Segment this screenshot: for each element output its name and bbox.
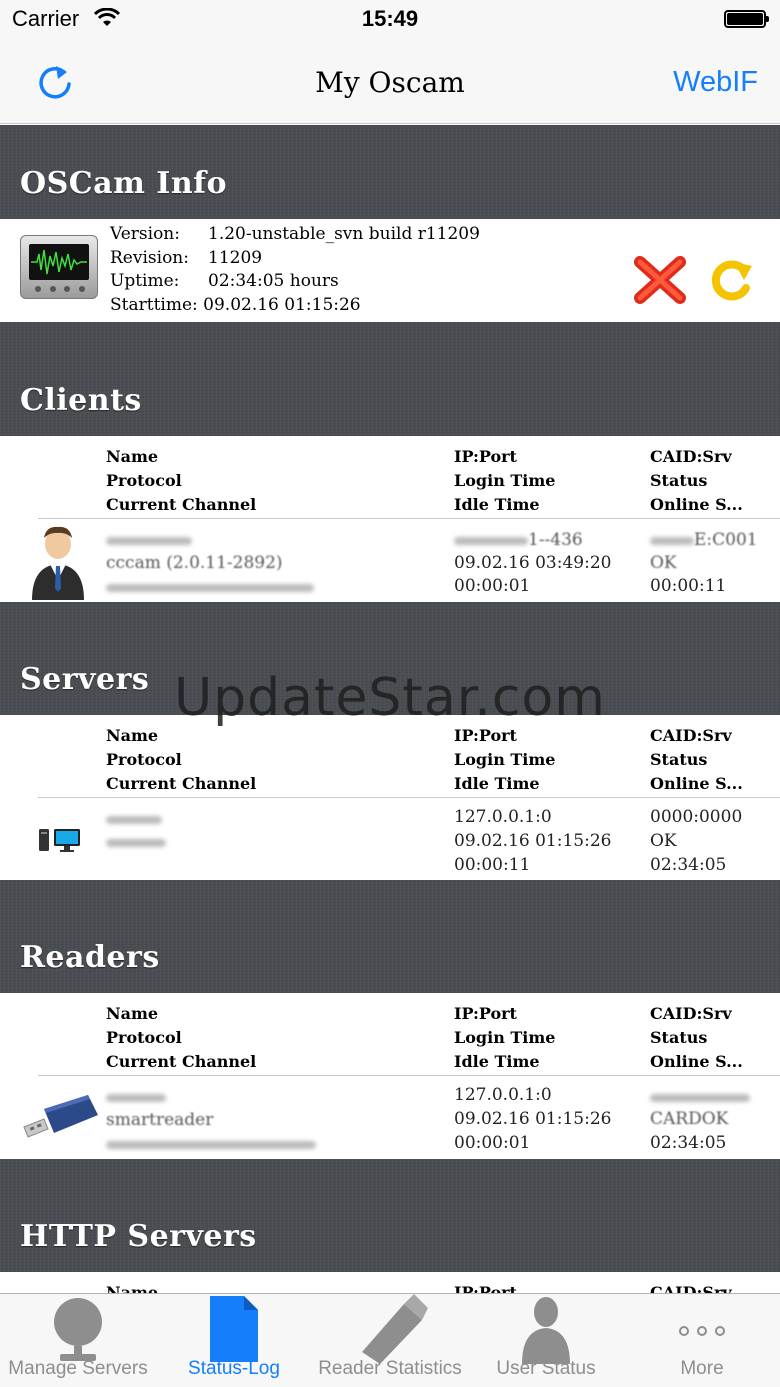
clock: 15:49 — [361, 6, 419, 31]
http-header-name: Name — [106, 1283, 159, 1293]
client-channel-cell — [106, 576, 314, 599]
readers-table: Name Protocol Current Channel IP:Port Login… — [0, 993, 780, 1159]
tab-reader-statistics[interactable]: Reader Statistics — [312, 1294, 468, 1387]
tab-label: Reader Statistics — [318, 1358, 462, 1379]
page-title: My Oscam — [315, 66, 465, 99]
tab-manage-servers[interactable]: Manage Servers — [0, 1294, 156, 1387]
client-status-cell: OK — [650, 553, 677, 573]
reader-status-cell: CARDOK — [650, 1109, 729, 1129]
status-bar: Carrier 15:49 — [0, 0, 780, 42]
http-header-ip: IP:Port — [454, 1283, 517, 1293]
battery-icon — [724, 10, 769, 28]
section-header-servers: Servers — [0, 602, 780, 715]
servers-header-ip-col: IP:Port Login Time Idle Time — [454, 726, 556, 793]
reader-online-cell: 02:34:05 — [650, 1133, 727, 1153]
tab-label: Status-Log — [188, 1358, 280, 1379]
clients-header-caid-col: CAID:Srv Status Online S... — [650, 447, 743, 514]
server-online-cell: 02:34:05 — [650, 855, 727, 875]
servers-divider — [38, 797, 780, 798]
section-title-info: OSCam Info — [20, 166, 228, 201]
revision-value: 11209 — [208, 247, 263, 268]
user-icon — [522, 1297, 570, 1364]
clients-divider — [38, 518, 780, 519]
reader-ip-cell: 127.0.0.1:0 — [454, 1085, 552, 1105]
reader-login-cell: 09.02.16 01:15:26 — [454, 1109, 612, 1129]
section-header-readers: Readers — [0, 880, 780, 993]
section-title-servers: Servers — [20, 662, 150, 697]
tab-status-log[interactable]: Status-Log — [156, 1294, 312, 1387]
user-avatar-icon — [32, 526, 84, 600]
smartcard-reader-icon — [23, 1095, 98, 1138]
globe-icon — [54, 1298, 102, 1361]
monitor-icon — [20, 235, 98, 299]
client-idle-cell: 00:00:01 — [454, 576, 531, 596]
reader-channel-cell — [106, 1133, 316, 1156]
tab-bar: Manage Servers Status-Log Reader Statist… — [0, 1293, 780, 1387]
client-login-cell: 09.02.16 03:49:20 — [454, 553, 612, 573]
stop-server-icon[interactable] — [632, 254, 688, 306]
section-header-clients: Clients — [0, 322, 780, 436]
section-title-http: HTTP Servers — [20, 1219, 257, 1254]
servers-table: Name Protocol Current Channel IP:Port Login… — [0, 715, 780, 880]
section-header-http: HTTP Servers — [0, 1159, 780, 1272]
usb-stick-icon — [362, 1294, 428, 1364]
starttime-value: 09.02.16 01:15:26 — [203, 294, 361, 315]
tab-label: User Status — [496, 1358, 596, 1379]
revision-label: Revision: — [110, 247, 189, 268]
readers-header-name-col: Name Protocol Current Channel — [106, 1004, 257, 1071]
restart-server-icon[interactable] — [706, 254, 756, 304]
tab-label: More — [680, 1358, 724, 1379]
tab-more[interactable]: More — [624, 1294, 780, 1387]
server-computer-icon — [39, 829, 80, 852]
server-caid-cell: 0000:0000 — [650, 807, 743, 827]
more-icon — [679, 1326, 725, 1336]
clients-table: Name Protocol Current Channel IP:Port Login… — [0, 436, 780, 602]
uptime-value: 02:34:05 hours — [208, 271, 339, 291]
client-caid-cell: E:C001 — [650, 529, 758, 552]
client-ip-cell: 1--436 — [454, 529, 583, 552]
tab-label: Manage Servers — [8, 1358, 148, 1379]
server-idle-cell: 00:00:11 — [454, 855, 531, 875]
client-name-cell — [106, 529, 192, 552]
version-value: 1.20-unstable_svn build r11209 — [208, 224, 480, 244]
client-online-cell: 00:00:11 — [650, 576, 727, 596]
reader-idle-cell: 00:00:01 — [454, 1133, 531, 1153]
clients-header-name-col: Name Protocol Current Channel — [106, 447, 257, 514]
section-title-clients: Clients — [20, 383, 142, 418]
reader-caid-cell — [650, 1086, 750, 1109]
client-protocol-cell: cccam (2.0.11-2892) — [106, 553, 283, 573]
webif-button[interactable]: WebIF — [673, 66, 758, 99]
clients-header-ip-col: IP:Port Login Time Idle Time — [454, 447, 556, 514]
oscam-info-details: Version: 1.20-unstable_svn build r11209 R… — [110, 223, 480, 317]
servers-header-name-col: Name Protocol Current Channel — [106, 726, 257, 793]
http-header-caid: CAID:Srv — [650, 1283, 732, 1293]
servers-header-caid-col: CAID:Srv Status Online S... — [650, 726, 743, 793]
version-label: Version: — [110, 224, 180, 244]
readers-divider — [38, 1075, 780, 1076]
starttime-label: Starttime: — [110, 294, 198, 315]
nav-bar: My Oscam WebIF — [0, 42, 780, 124]
http-table: Name IP:Port CAID:Srv — [0, 1272, 780, 1293]
server-protocol-cell — [106, 831, 166, 854]
section-header-info: OSCam Info — [0, 125, 780, 219]
server-name-cell — [106, 808, 162, 831]
reader-name-cell — [106, 1086, 166, 1109]
readers-header-ip-col: IP:Port Login Time Idle Time — [454, 1004, 556, 1071]
readers-header-caid-col: CAID:Srv Status Online S... — [650, 1004, 743, 1071]
tab-user-status[interactable]: User Status — [468, 1294, 624, 1387]
server-ip-cell: 127.0.0.1:0 — [454, 807, 552, 827]
server-login-cell: 09.02.16 01:15:26 — [454, 831, 612, 851]
server-status-cell: OK — [650, 831, 677, 851]
uptime-label: Uptime: — [110, 271, 180, 291]
document-icon — [210, 1296, 258, 1362]
section-title-readers: Readers — [20, 940, 160, 975]
reader-protocol-cell: smartreader — [106, 1110, 214, 1130]
